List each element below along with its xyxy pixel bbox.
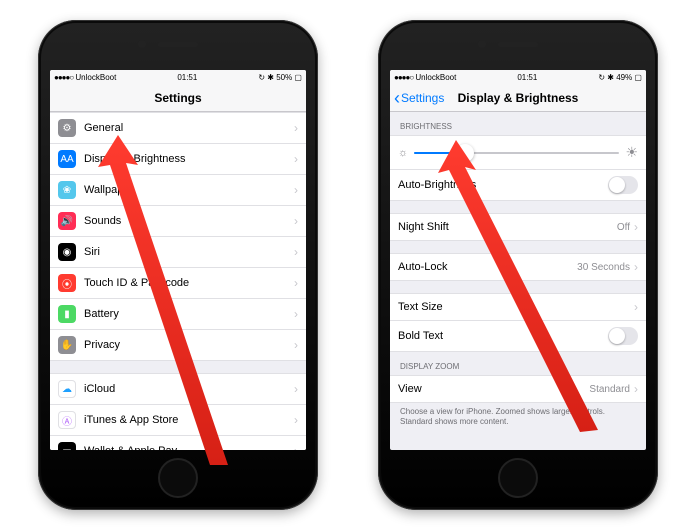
chevron-right-icon: › bbox=[294, 382, 298, 396]
row-label: iTunes & App Store bbox=[84, 414, 294, 426]
chevron-right-icon: › bbox=[294, 214, 298, 228]
itunes-icon: Ⓐ bbox=[58, 411, 76, 429]
settings-row-privacy[interactable]: ✋ Privacy› bbox=[50, 329, 306, 361]
night-shift-row[interactable]: Night Shift Off › bbox=[390, 213, 646, 241]
home-button[interactable] bbox=[498, 458, 538, 498]
phone-right: ●●●●○ UnlockBoot 01:51 ↻ ✱ 49% ▢ Setting… bbox=[378, 20, 658, 510]
status-bar: ●●●●○ UnlockBoot 01:51 ↻ ✱ 49% ▢ bbox=[390, 70, 646, 84]
settings-row-siri[interactable]: ◉ Siri› bbox=[50, 236, 306, 267]
sun-small-icon: ☼ bbox=[398, 147, 408, 159]
chevron-right-icon: › bbox=[294, 183, 298, 197]
auto-lock-row[interactable]: Auto-Lock 30 Seconds › bbox=[390, 253, 646, 281]
row-label: Touch ID & Passcode bbox=[84, 277, 294, 289]
icloud-icon: ☁ bbox=[58, 380, 76, 398]
auto-brightness-toggle[interactable] bbox=[608, 176, 638, 194]
battery-icon: ▮ bbox=[58, 305, 76, 323]
auto-brightness-row[interactable]: Auto-Brightness bbox=[390, 169, 646, 201]
phone-left: ●●●●○ UnlockBoot 01:51 ↻ ✱ 50% ▢ Setting… bbox=[38, 20, 318, 510]
sounds-icon: 🔊 bbox=[58, 212, 76, 230]
row-label: Wallpaper bbox=[84, 184, 294, 196]
chevron-right-icon: › bbox=[634, 260, 638, 274]
brightness-slider[interactable] bbox=[414, 152, 619, 154]
settings-row-wallpaper[interactable]: ❀ Wallpaper› bbox=[50, 174, 306, 205]
brightness-header: Brightness bbox=[390, 112, 646, 135]
siri-icon: ◉ bbox=[58, 243, 76, 261]
chevron-right-icon: › bbox=[294, 413, 298, 427]
row-label: iCloud bbox=[84, 383, 294, 395]
bold-text-row[interactable]: Bold Text bbox=[390, 320, 646, 352]
settings-row-wallet[interactable]: ▭ Wallet & Apple Pay› bbox=[50, 435, 306, 450]
navbar: Settings Display & Brightness bbox=[390, 84, 646, 112]
chevron-right-icon: › bbox=[634, 382, 638, 396]
wallet-icon: ▭ bbox=[58, 442, 76, 450]
settings-row-battery[interactable]: ▮ Battery› bbox=[50, 298, 306, 329]
chevron-right-icon: › bbox=[294, 444, 298, 450]
status-bar: ●●●●○ UnlockBoot 01:51 ↻ ✱ 50% ▢ bbox=[50, 70, 306, 84]
sun-large-icon: ☀ bbox=[625, 144, 638, 161]
chevron-right-icon: › bbox=[294, 245, 298, 259]
text-size-row[interactable]: Text Size › bbox=[390, 293, 646, 320]
row-label: Display & Brightness bbox=[84, 153, 294, 165]
settings-row-general[interactable]: ⚙ General› bbox=[50, 112, 306, 143]
chevron-right-icon: › bbox=[294, 152, 298, 166]
settings-row-itunes[interactable]: ⒶiTunes & App Store› bbox=[50, 404, 306, 435]
settings-row-icloud[interactable]: ☁ iCloud› bbox=[50, 373, 306, 404]
settings-row-sounds[interactable]: 🔊 Sounds› bbox=[50, 205, 306, 236]
row-label: Wallet & Apple Pay bbox=[84, 445, 294, 450]
settings-row-touchid[interactable]: ⦿ Touch ID & Passcode› bbox=[50, 267, 306, 298]
chevron-right-icon: › bbox=[294, 121, 298, 135]
general-icon: ⚙ bbox=[58, 119, 76, 137]
row-label: Sounds bbox=[84, 215, 294, 227]
brightness-slider-row: ☼ ☀ bbox=[390, 135, 646, 169]
chevron-right-icon: › bbox=[634, 220, 638, 234]
row-label: Privacy bbox=[84, 339, 294, 351]
view-row[interactable]: View Standard › bbox=[390, 375, 646, 403]
display-icon: AA bbox=[58, 150, 76, 168]
display-zoom-header: Display Zoom bbox=[390, 352, 646, 375]
privacy-icon: ✋ bbox=[58, 336, 76, 354]
touchid-icon: ⦿ bbox=[58, 274, 76, 292]
row-label: Battery bbox=[84, 308, 294, 320]
chevron-right-icon: › bbox=[634, 300, 638, 314]
home-button[interactable] bbox=[158, 458, 198, 498]
display-zoom-footer: Choose a view for iPhone. Zoomed shows l… bbox=[390, 403, 646, 432]
chevron-right-icon: › bbox=[294, 338, 298, 352]
row-label: Siri bbox=[84, 246, 294, 258]
settings-row-display[interactable]: AA Display & Brightness› bbox=[50, 143, 306, 174]
bold-text-toggle[interactable] bbox=[608, 327, 638, 345]
page-title: Display & Brightness bbox=[390, 91, 646, 105]
page-title: Settings bbox=[50, 91, 306, 105]
wallpaper-icon: ❀ bbox=[58, 181, 76, 199]
row-label: General bbox=[84, 122, 294, 134]
navbar: Settings bbox=[50, 84, 306, 112]
chevron-right-icon: › bbox=[294, 276, 298, 290]
chevron-right-icon: › bbox=[294, 307, 298, 321]
